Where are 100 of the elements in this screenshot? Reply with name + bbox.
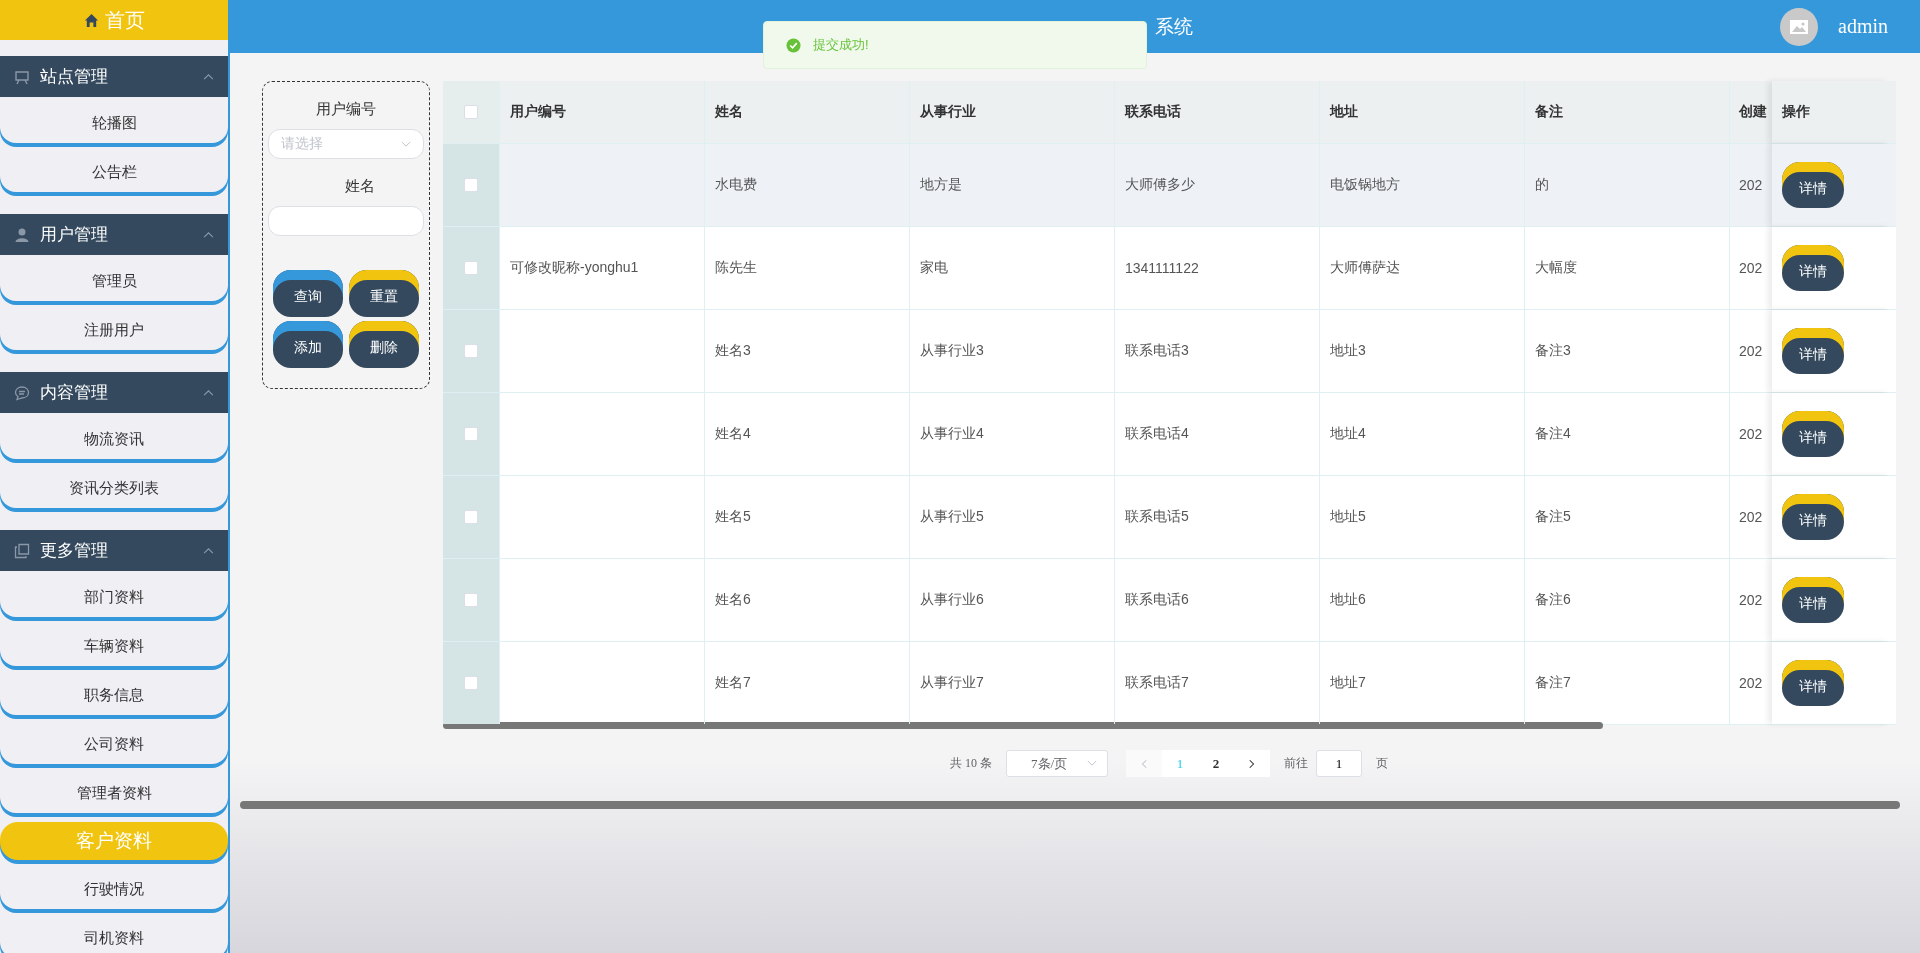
menu-group-title: 内容管理 (40, 382, 109, 404)
table-row[interactable]: 姓名3 从事行业3 联系电话3 地址3 备注3 202 详情 (443, 310, 1896, 393)
filter-button[interactable]: 重置 (349, 270, 419, 317)
copy-icon (14, 542, 30, 559)
chevron-icon (203, 231, 214, 238)
checkbox[interactable] (464, 593, 478, 607)
details-button[interactable]: 详情 (1782, 245, 1844, 291)
checkbox[interactable] (464, 261, 478, 275)
table-cell: 地址5 (1320, 476, 1525, 558)
check-circle-icon (786, 37, 801, 53)
table-cell: 大师傅萨达 (1320, 227, 1525, 309)
table-cell: 姓名6 (705, 559, 910, 641)
easel-icon (14, 68, 30, 85)
table-cell: 联系电话5 (1115, 476, 1320, 558)
table-cell: 备注6 (1525, 559, 1730, 641)
page-number[interactable]: 2 (1198, 750, 1234, 777)
details-button[interactable]: 详情 (1782, 411, 1844, 457)
column-header: 备注 (1525, 81, 1730, 143)
menu-group-header[interactable]: 用户管理 (0, 214, 228, 255)
column-header: 姓名 (705, 81, 910, 143)
scrollbar-thumb[interactable] (443, 722, 1603, 729)
table-cell: 从事行业4 (910, 393, 1115, 475)
chevron-down-icon (401, 140, 411, 148)
input-field[interactable] (268, 206, 424, 236)
filter-button[interactable]: 查询 (273, 270, 343, 317)
goto-label: 前往 (1284, 755, 1308, 772)
previous-page-button[interactable] (1126, 750, 1162, 777)
table-cell: 地址6 (1320, 559, 1525, 641)
details-button[interactable]: 详情 (1782, 328, 1844, 374)
table-cell: 从事行业5 (910, 476, 1115, 558)
home-label: 首页 (104, 7, 145, 33)
table-cell: 备注3 (1525, 310, 1730, 392)
chevron-right-icon (1249, 758, 1255, 769)
chevron-down-icon (1087, 760, 1097, 767)
table-row[interactable]: 水电费 地方是 大师傅多少 电饭锅地方 的 202 详情 (443, 144, 1896, 227)
table-cell: 家电 (910, 227, 1115, 309)
filter-button[interactable]: 删除 (349, 321, 419, 368)
table-cell-text: 202 (1738, 425, 1764, 444)
table-cell: 联系电话3 (1115, 310, 1320, 392)
page-input[interactable]: 1 (1316, 750, 1362, 777)
field-label: 姓名 (345, 177, 375, 196)
table-cell: 姓名4 (705, 393, 910, 475)
details-button[interactable]: 详情 (1782, 162, 1844, 208)
table-cell: 可修改昵称-yonghu1 (500, 227, 705, 309)
table-cell-text: 202 (1738, 674, 1764, 693)
field-label: 用户编号 (316, 100, 376, 119)
table-cell: 的 (1525, 144, 1730, 226)
table-cell: 联系电话4 (1115, 393, 1320, 475)
column-header: 联系电话 (1115, 81, 1320, 143)
table-cell: 备注5 (1525, 476, 1730, 558)
checkbox[interactable] (464, 344, 478, 358)
menu-group-header[interactable]: 内容管理 (0, 372, 228, 413)
column-header: 从事行业 (910, 81, 1115, 143)
menu-group-header[interactable]: 更多管理 (0, 530, 228, 571)
table-cell: 水电费 (705, 144, 910, 226)
table-cell: 地方是 (910, 144, 1115, 226)
table-cell-text: 202 (1738, 259, 1764, 278)
table-cell: 地址3 (1320, 310, 1525, 392)
table-row[interactable]: 姓名6 从事行业6 联系电话6 地址6 备注6 202 详情 (443, 559, 1896, 642)
filter-button[interactable]: 添加 (273, 321, 343, 368)
system-title: 系统 (1155, 14, 1193, 39)
menu-group-title: 站点管理 (40, 66, 109, 88)
next-page-button[interactable] (1234, 750, 1270, 777)
table-cell: 从事行业6 (910, 559, 1115, 641)
chat-icon (14, 384, 30, 401)
checkbox[interactable] (464, 676, 478, 690)
details-button[interactable]: 详情 (1782, 494, 1844, 540)
table-cell: 从事行业3 (910, 310, 1115, 392)
scrollbar-thumb[interactable] (240, 801, 1900, 809)
menu-group-title: 更多管理 (40, 540, 109, 562)
chevron-icon (203, 73, 214, 80)
menu-group-title: 用户管理 (40, 224, 109, 246)
table-cell: 地址4 (1320, 393, 1525, 475)
column-header: 创建 (1738, 102, 1768, 121)
checkbox[interactable] (464, 105, 478, 119)
avatar-icon[interactable] (1780, 7, 1818, 46)
checkbox[interactable] (464, 427, 478, 441)
table-cell: 电饭锅地方 (1320, 144, 1525, 226)
menu-group-header[interactable]: 站点管理 (0, 56, 228, 97)
table-cell: 大幅度 (1525, 227, 1730, 309)
table-cell: 联系电话6 (1115, 559, 1320, 641)
toast-message: 提交成功! (813, 36, 869, 54)
details-button[interactable]: 详情 (1782, 577, 1844, 623)
table-cell: 1341111122 (1115, 227, 1320, 309)
details-button[interactable]: 详情 (1782, 660, 1844, 706)
table-cell-text: 202 (1738, 176, 1764, 195)
checkbox[interactable] (464, 178, 478, 192)
table-cell-text: 202 (1738, 342, 1764, 361)
chevron-icon (203, 389, 214, 396)
table-row[interactable]: 姓名4 从事行业4 联系电话4 地址4 备注4 202 详情 (443, 393, 1896, 476)
table-cell: 陈先生 (705, 227, 910, 309)
total-count: 共 10 条 (950, 755, 992, 772)
checkbox[interactable] (464, 510, 478, 524)
column-header: 操作 (1772, 81, 1890, 143)
home-icon (83, 12, 99, 28)
chevron-icon (203, 547, 214, 554)
table-cell: 姓名3 (705, 310, 910, 392)
page-size-select[interactable]: 7条/页 (1006, 750, 1108, 777)
table-row[interactable]: 可修改昵称-yonghu1 陈先生 家电 1341111122 大师傅萨达 大幅度 202 详情 (443, 227, 1896, 310)
table-row[interactable]: 姓名5 从事行业5 联系电话5 地址5 备注5 202 详情 (443, 476, 1896, 559)
